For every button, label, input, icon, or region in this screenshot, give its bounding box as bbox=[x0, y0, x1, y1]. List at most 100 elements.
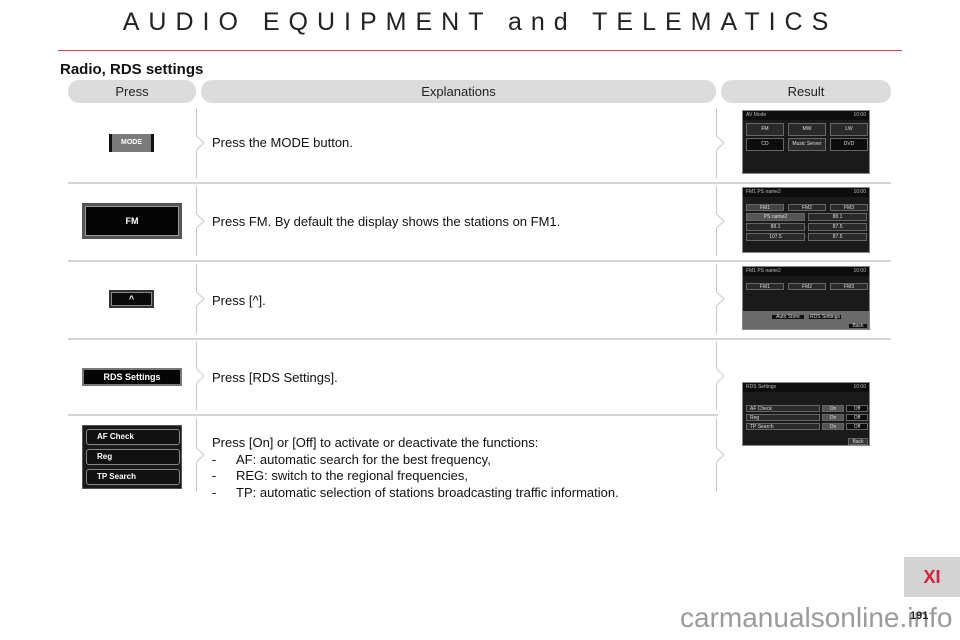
screen-on: On bbox=[822, 405, 844, 412]
screen-button: FM bbox=[746, 123, 784, 136]
column-separator bbox=[196, 418, 197, 448]
screen-on: On bbox=[822, 423, 844, 430]
up-arrow-button: ^ bbox=[109, 290, 154, 308]
column-separator bbox=[196, 462, 197, 492]
page-title: AUDIO EQUIPMENT and TELEMATICS bbox=[122, 8, 838, 36]
rds-settings-button: RDS Settings bbox=[82, 368, 182, 386]
screen-preset: 87.5 bbox=[808, 233, 867, 241]
explanation-rds: Press [RDS Settings]. bbox=[212, 370, 338, 385]
result-screen-av-mode: AV Mode 10:00 FM MW LW CD Music Server DV… bbox=[742, 110, 870, 174]
screen-button: Auto Store bbox=[771, 314, 805, 320]
column-separator bbox=[716, 150, 717, 178]
screen-tab: FM1 bbox=[746, 204, 784, 211]
screen-option: Reg bbox=[746, 414, 820, 421]
screen-clock: 10:00 bbox=[853, 112, 866, 118]
page-number: 191 bbox=[910, 610, 929, 622]
row-divider bbox=[68, 338, 891, 340]
column-separator bbox=[196, 228, 197, 256]
screen-preset: 87.5 bbox=[808, 223, 867, 231]
explanation-up: Press [^]. bbox=[212, 293, 266, 308]
bullet-reg: REG: switch to the regional frequencies, bbox=[212, 468, 619, 485]
screen-button: CD bbox=[746, 138, 784, 151]
explanation-fm: Press FM. By default the display shows t… bbox=[212, 214, 561, 229]
screen-button: RDS Settings bbox=[808, 314, 842, 320]
screen-preset: 88.1 bbox=[808, 213, 867, 221]
column-separator bbox=[716, 228, 717, 256]
screen-title: FM1 PS name2 bbox=[746, 268, 781, 274]
chevron-right-icon bbox=[196, 136, 205, 150]
column-separator bbox=[196, 306, 197, 334]
chevron-right-icon bbox=[196, 448, 205, 462]
explanation-functions: Press [On] or [Off] to activate or deact… bbox=[212, 435, 619, 501]
screen-option: AF Check bbox=[746, 405, 820, 412]
bullet-tp: TP: automatic selection of stations broa… bbox=[212, 485, 619, 502]
column-separator bbox=[716, 264, 717, 292]
rds-options-panel: AF Check Reg TP Search bbox=[82, 425, 182, 489]
screen-tab: FM1 bbox=[746, 283, 784, 290]
column-separator bbox=[196, 186, 197, 214]
screen-button: Music Server bbox=[788, 138, 826, 151]
screen-clock: 10:00 bbox=[853, 384, 866, 390]
column-header-result: Result bbox=[721, 80, 891, 103]
screen-clock: 10:00 bbox=[853, 189, 866, 195]
row-divider bbox=[68, 414, 718, 416]
chevron-right-icon bbox=[196, 292, 205, 306]
screen-back-button: Back bbox=[848, 323, 868, 329]
column-separator bbox=[196, 108, 197, 136]
mode-button: MODE bbox=[109, 134, 154, 152]
chevron-right-icon bbox=[716, 292, 725, 306]
chevron-right-icon bbox=[716, 136, 725, 150]
screen-button: DVD bbox=[830, 138, 868, 151]
row-divider bbox=[68, 260, 891, 262]
column-separator bbox=[716, 186, 717, 214]
column-header-explanations: Explanations bbox=[201, 80, 716, 103]
title-rule bbox=[58, 50, 902, 51]
screen-button: MW bbox=[788, 123, 826, 136]
column-separator bbox=[716, 418, 717, 448]
column-separator bbox=[716, 383, 717, 410]
explanation-intro: Press [On] or [Off] to activate or deact… bbox=[212, 435, 539, 450]
screen-tab: FM3 bbox=[830, 283, 868, 290]
screen-tab: FM2 bbox=[788, 204, 826, 211]
chevron-right-icon bbox=[716, 448, 725, 462]
screen-button: LW bbox=[830, 123, 868, 136]
result-screen-rds-settings: RDS Settings 10:00 AF Check Reg TP Search… bbox=[742, 382, 870, 446]
column-separator bbox=[716, 342, 717, 369]
column-header-press: Press bbox=[68, 80, 196, 103]
screen-on: On bbox=[822, 414, 844, 421]
bullet-af: AF: automatic search for the best freque… bbox=[212, 452, 619, 469]
screen-preset: 88.1 bbox=[746, 223, 805, 231]
result-screen-fm: FM1 PS name2 10:00 FM1 FM2 FM3 PS name2 8… bbox=[742, 187, 870, 253]
column-separator bbox=[196, 150, 197, 178]
result-screen-fm-menu: FM1 PS name2 10:00 FM1 FM2 FM3 Auto Store… bbox=[742, 266, 870, 330]
chapter-tab: XI bbox=[904, 557, 960, 597]
screen-off: Off bbox=[846, 423, 868, 430]
screen-option: TP Search bbox=[746, 423, 820, 430]
screen-title: FM1 PS name2 bbox=[746, 189, 781, 195]
reg-button: Reg bbox=[86, 449, 180, 465]
column-separator bbox=[716, 108, 717, 136]
screen-off: Off bbox=[846, 405, 868, 412]
screen-preset: 107.5 bbox=[746, 233, 805, 241]
screen-off: Off bbox=[846, 414, 868, 421]
column-separator bbox=[196, 342, 197, 369]
screen-tab: FM2 bbox=[788, 283, 826, 290]
screen-title: AV Mode bbox=[746, 112, 767, 118]
chevron-right-icon bbox=[716, 214, 725, 228]
section-title: Radio, RDS settings bbox=[60, 61, 204, 78]
screen-back-button: Back bbox=[848, 438, 868, 445]
column-separator bbox=[196, 264, 197, 292]
screen-clock: 10:00 bbox=[853, 268, 866, 274]
af-check-button: AF Check bbox=[86, 429, 180, 445]
chevron-right-icon bbox=[716, 369, 725, 383]
screen-tab: FM3 bbox=[830, 204, 868, 211]
row-divider bbox=[68, 182, 891, 184]
screen-preset: PS name2 bbox=[746, 213, 805, 221]
column-separator bbox=[716, 462, 717, 492]
explanation-mode: Press the MODE button. bbox=[212, 135, 353, 150]
fm-button: FM bbox=[82, 203, 182, 239]
screen-title: RDS Settings bbox=[746, 384, 777, 390]
chevron-right-icon bbox=[196, 369, 205, 383]
function-list: AF: automatic search for the best freque… bbox=[212, 452, 619, 502]
column-separator bbox=[196, 383, 197, 410]
